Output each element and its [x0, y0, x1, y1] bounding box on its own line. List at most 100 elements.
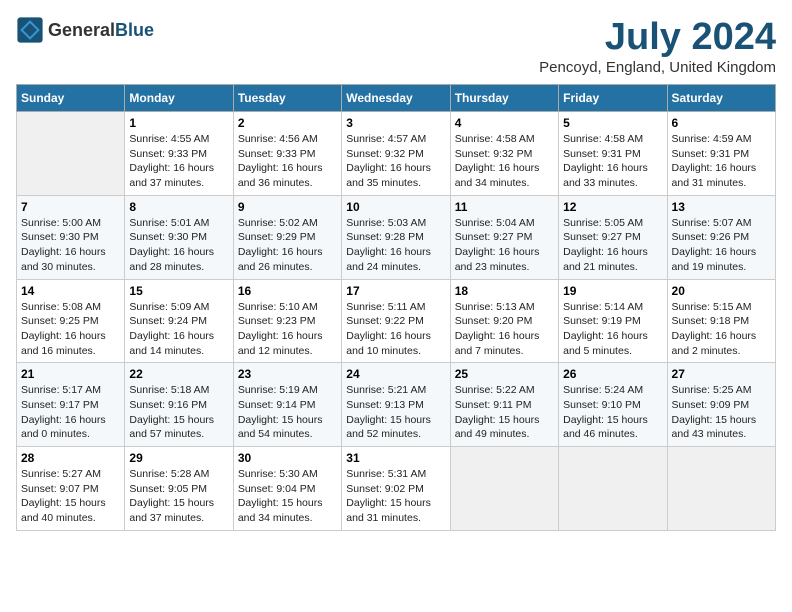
calendar-cell: 6Sunrise: 4:59 AM Sunset: 9:31 PM Daylig…: [667, 112, 775, 196]
calendar-body: 1Sunrise: 4:55 AM Sunset: 9:33 PM Daylig…: [17, 112, 776, 531]
calendar-cell: 21 Sunrise: 5:17 AM Sunset: 9:17 PM Dayli…: [17, 363, 125, 447]
day-info: Sunrise: 5:01 AM Sunset: 9:30 PM Dayligh…: [129, 216, 228, 275]
calendar-cell: 2 Sunrise: 4:56 AM Sunset: 9:33 PM Daylig…: [233, 112, 341, 196]
calendar-header: SundayMondayTuesdayWednesdayThursdayFrid…: [17, 85, 776, 112]
day-number: 7: [21, 200, 120, 214]
header: GeneralBlue July 2024 Pencoyd, England, …: [16, 16, 776, 76]
day-info: Sunrise: 5:31 AM Sunset: 9:02 PM Dayligh…: [346, 467, 445, 526]
calendar-cell: 18 Sunrise: 5:13 AM Sunset: 9:20 PM Dayli…: [450, 279, 558, 363]
day-number: 23: [238, 367, 337, 381]
day-number: 8: [129, 200, 228, 214]
day-info: Sunrise: 4:58 AM Sunset: 9:32 PM Dayligh…: [455, 132, 554, 191]
day-info: Sunrise: 5:21 AM Sunset: 9:13 PM Dayligh…: [346, 383, 445, 442]
day-info: Sunrise: 5:07 AM Sunset: 9:26 PM Dayligh…: [672, 216, 771, 275]
calendar-cell: 15Sunrise: 5:09 AM Sunset: 9:24 PM Dayli…: [125, 279, 233, 363]
day-number: 26: [563, 367, 662, 381]
calendar-cell: 9Sunrise: 5:02 AM Sunset: 9:29 PM Daylig…: [233, 195, 341, 279]
calendar-cell: 26 Sunrise: 5:24 AM Sunset: 9:10 PM Dayli…: [559, 363, 667, 447]
day-number: 13: [672, 200, 771, 214]
calendar-cell: 16Sunrise: 5:10 AM Sunset: 9:23 PM Dayli…: [233, 279, 341, 363]
day-number: 12: [563, 200, 662, 214]
calendar-cell: 17Sunrise: 5:11 AM Sunset: 9:22 PM Dayli…: [342, 279, 450, 363]
day-info: Sunrise: 4:58 AM Sunset: 9:31 PM Dayligh…: [563, 132, 662, 191]
calendar-cell: 27Sunrise: 5:25 AM Sunset: 9:09 PM Dayli…: [667, 363, 775, 447]
calendar-cell: 31 Sunrise: 5:31 AM Sunset: 9:02 PM Dayli…: [342, 447, 450, 531]
main-title: July 2024: [539, 16, 776, 59]
calendar-cell: 3Sunrise: 4:57 AM Sunset: 9:32 PM Daylig…: [342, 112, 450, 196]
calendar-cell: 22Sunrise: 5:18 AM Sunset: 9:16 PM Dayli…: [125, 363, 233, 447]
day-info: Sunrise: 4:57 AM Sunset: 9:32 PM Dayligh…: [346, 132, 445, 191]
header-day-monday: Monday: [125, 85, 233, 112]
day-info: Sunrise: 4:56 AM Sunset: 9:33 PM Dayligh…: [238, 132, 337, 191]
title-area: July 2024 Pencoyd, England, United Kingd…: [539, 16, 776, 76]
week-row-1: 1Sunrise: 4:55 AM Sunset: 9:33 PM Daylig…: [17, 112, 776, 196]
header-day-wednesday: Wednesday: [342, 85, 450, 112]
day-number: 11: [455, 200, 554, 214]
day-info: Sunrise: 5:14 AM Sunset: 9:19 PM Dayligh…: [563, 300, 662, 359]
day-number: 19: [563, 284, 662, 298]
calendar-cell: [450, 447, 558, 531]
calendar-cell: 30 Sunrise: 5:30 AM Sunset: 9:04 PM Dayli…: [233, 447, 341, 531]
day-info: Sunrise: 5:02 AM Sunset: 9:29 PM Dayligh…: [238, 216, 337, 275]
calendar-cell: [667, 447, 775, 531]
week-row-4: 21 Sunrise: 5:17 AM Sunset: 9:17 PM Dayli…: [17, 363, 776, 447]
day-number: 22: [129, 367, 228, 381]
day-number: 24: [346, 367, 445, 381]
day-info: Sunrise: 5:24 AM Sunset: 9:10 PM Dayligh…: [563, 383, 662, 442]
day-info: Sunrise: 5:19 AM Sunset: 9:14 PM Dayligh…: [238, 383, 337, 442]
header-row: SundayMondayTuesdayWednesdayThursdayFrid…: [17, 85, 776, 112]
calendar-cell: 5 Sunrise: 4:58 AM Sunset: 9:31 PM Daylig…: [559, 112, 667, 196]
day-info: Sunrise: 5:10 AM Sunset: 9:23 PM Dayligh…: [238, 300, 337, 359]
logo-general-text: General: [48, 20, 115, 40]
week-row-5: 28 Sunrise: 5:27 AM Sunset: 9:07 PM Dayli…: [17, 447, 776, 531]
header-day-sunday: Sunday: [17, 85, 125, 112]
day-info: Sunrise: 5:09 AM Sunset: 9:24 PM Dayligh…: [129, 300, 228, 359]
calendar-cell: 4 Sunrise: 4:58 AM Sunset: 9:32 PM Daylig…: [450, 112, 558, 196]
day-number: 31: [346, 451, 445, 465]
header-day-friday: Friday: [559, 85, 667, 112]
day-info: Sunrise: 5:27 AM Sunset: 9:07 PM Dayligh…: [21, 467, 120, 526]
calendar-cell: 12 Sunrise: 5:05 AM Sunset: 9:27 PM Dayli…: [559, 195, 667, 279]
day-info: Sunrise: 5:25 AM Sunset: 9:09 PM Dayligh…: [672, 383, 771, 442]
logo-blue-text: Blue: [115, 20, 154, 40]
calendar-cell: 25 Sunrise: 5:22 AM Sunset: 9:11 PM Dayli…: [450, 363, 558, 447]
day-info: Sunrise: 5:05 AM Sunset: 9:27 PM Dayligh…: [563, 216, 662, 275]
day-number: 17: [346, 284, 445, 298]
day-number: 25: [455, 367, 554, 381]
calendar-cell: 24 Sunrise: 5:21 AM Sunset: 9:13 PM Dayli…: [342, 363, 450, 447]
day-number: 18: [455, 284, 554, 298]
day-number: 5: [563, 116, 662, 130]
day-info: Sunrise: 5:00 AM Sunset: 9:30 PM Dayligh…: [21, 216, 120, 275]
calendar-cell: 1Sunrise: 4:55 AM Sunset: 9:33 PM Daylig…: [125, 112, 233, 196]
day-info: Sunrise: 5:17 AM Sunset: 9:17 PM Dayligh…: [21, 383, 120, 442]
header-day-thursday: Thursday: [450, 85, 558, 112]
day-info: Sunrise: 5:08 AM Sunset: 9:25 PM Dayligh…: [21, 300, 120, 359]
day-number: 10: [346, 200, 445, 214]
calendar-cell: 8 Sunrise: 5:01 AM Sunset: 9:30 PM Daylig…: [125, 195, 233, 279]
calendar-cell: 7 Sunrise: 5:00 AM Sunset: 9:30 PM Daylig…: [17, 195, 125, 279]
day-number: 4: [455, 116, 554, 130]
day-number: 29: [129, 451, 228, 465]
header-day-tuesday: Tuesday: [233, 85, 341, 112]
week-row-2: 7 Sunrise: 5:00 AM Sunset: 9:30 PM Daylig…: [17, 195, 776, 279]
day-info: Sunrise: 5:03 AM Sunset: 9:28 PM Dayligh…: [346, 216, 445, 275]
day-number: 21: [21, 367, 120, 381]
calendar-cell: 11Sunrise: 5:04 AM Sunset: 9:27 PM Dayli…: [450, 195, 558, 279]
logo-icon: [16, 16, 44, 44]
calendar-cell: 20Sunrise: 5:15 AM Sunset: 9:18 PM Dayli…: [667, 279, 775, 363]
calendar-cell: 23 Sunrise: 5:19 AM Sunset: 9:14 PM Dayli…: [233, 363, 341, 447]
day-info: Sunrise: 5:30 AM Sunset: 9:04 PM Dayligh…: [238, 467, 337, 526]
day-number: 20: [672, 284, 771, 298]
day-number: 6: [672, 116, 771, 130]
day-info: Sunrise: 5:13 AM Sunset: 9:20 PM Dayligh…: [455, 300, 554, 359]
subtitle: Pencoyd, England, United Kingdom: [539, 59, 776, 76]
calendar-cell: 28 Sunrise: 5:27 AM Sunset: 9:07 PM Dayli…: [17, 447, 125, 531]
calendar-cell: 10 Sunrise: 5:03 AM Sunset: 9:28 PM Dayli…: [342, 195, 450, 279]
day-info: Sunrise: 5:22 AM Sunset: 9:11 PM Dayligh…: [455, 383, 554, 442]
day-number: 2: [238, 116, 337, 130]
day-number: 28: [21, 451, 120, 465]
calendar-cell: 29Sunrise: 5:28 AM Sunset: 9:05 PM Dayli…: [125, 447, 233, 531]
day-number: 14: [21, 284, 120, 298]
day-number: 1: [129, 116, 228, 130]
day-number: 30: [238, 451, 337, 465]
